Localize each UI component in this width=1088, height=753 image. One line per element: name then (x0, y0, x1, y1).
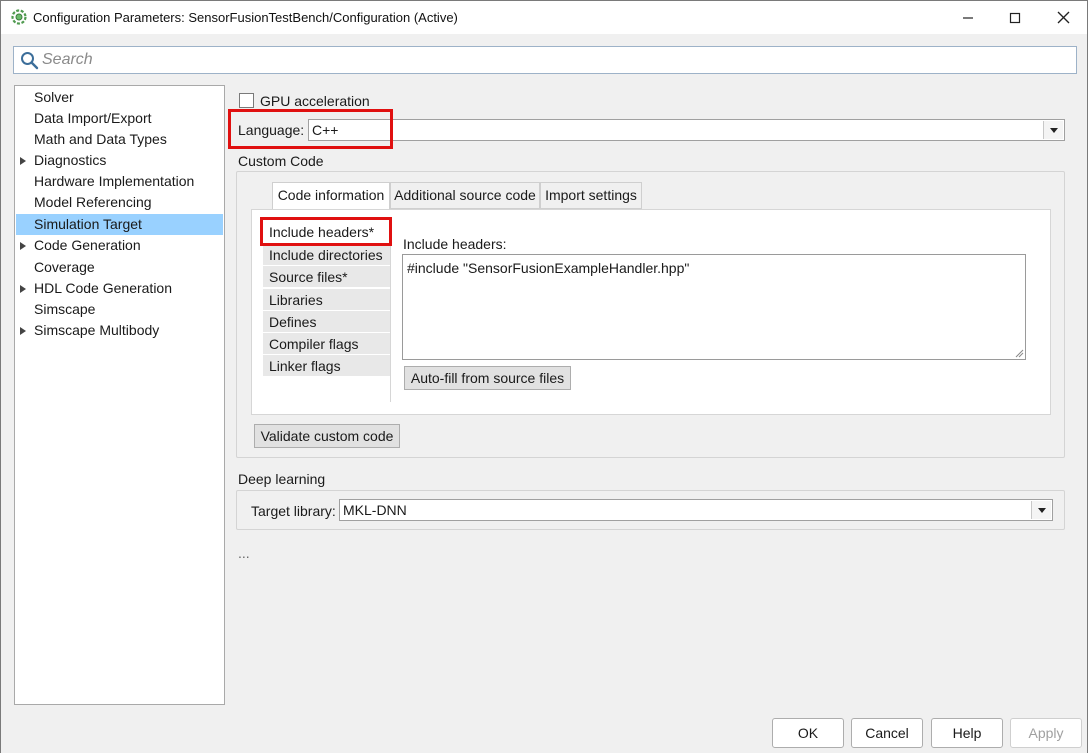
tab-additional-source-code[interactable]: Additional source code (390, 182, 540, 209)
config-parameters-window: Configuration Parameters: SensorFusionTe… (0, 0, 1088, 753)
validate-custom-code-button[interactable]: Validate custom code (254, 424, 400, 448)
include-headers-textarea[interactable]: #include "SensorFusionExampleHandler.hpp… (402, 254, 1026, 360)
tree-item-label: Diagnostics (34, 152, 107, 168)
target-library-dropdown-button[interactable] (1031, 501, 1051, 519)
tree-item-label: Code Generation (34, 237, 141, 253)
expand-arrow-icon[interactable] (20, 157, 26, 165)
expand-arrow-icon[interactable] (20, 242, 26, 250)
tree-item-simscape[interactable]: Simscape (16, 299, 223, 320)
side-tab-libraries[interactable]: Libraries (263, 289, 390, 311)
target-library-value: MKL-DNN (343, 502, 407, 518)
tree-item-label: Data Import/Export (34, 110, 152, 126)
custom-code-heading: Custom Code (238, 153, 324, 169)
close-icon (1057, 11, 1069, 24)
tree-item-simscape-multibody[interactable]: Simscape Multibody (16, 320, 223, 341)
search-box[interactable] (13, 46, 1077, 74)
tab-code-information[interactable]: Code information (272, 182, 390, 211)
search-icon (21, 52, 39, 70)
side-tab-defines[interactable]: Defines (263, 311, 390, 333)
auto-fill-button[interactable]: Auto-fill from source files (404, 366, 571, 390)
expand-arrow-icon[interactable] (20, 327, 26, 335)
maximize-button[interactable] (992, 1, 1038, 34)
side-tab-divider (390, 221, 391, 402)
deep-learning-heading: Deep learning (238, 471, 326, 487)
tab-import-settings[interactable]: Import settings (540, 182, 642, 209)
more-ellipsis: ... (238, 545, 250, 561)
tree-item-label: Math and Data Types (34, 131, 167, 147)
chevron-down-icon (1038, 508, 1046, 513)
tree-item-hdl-code-generation[interactable]: HDL Code Generation (16, 278, 223, 299)
chevron-down-icon (1050, 128, 1058, 133)
tree-item-label: Simscape Multibody (34, 322, 160, 338)
side-tab-include-directories[interactable]: Include directories (263, 244, 390, 266)
tree-item-label: Simscape (34, 301, 96, 317)
tree-item-code-generation[interactable]: Code Generation (16, 235, 223, 256)
tree-item-label: Solver (34, 89, 74, 105)
tree-item-math-and-data-types[interactable]: Math and Data Types (16, 129, 223, 150)
target-library-dropdown[interactable]: MKL-DNN (339, 499, 1053, 521)
tree-item-simulation-target[interactable]: Simulation Target (16, 214, 223, 235)
close-window-button[interactable] (1040, 1, 1086, 34)
category-tree: Solver Data Import/Export Math and Data … (14, 85, 225, 705)
expand-arrow-icon[interactable] (20, 285, 26, 293)
minimize-button[interactable] (945, 1, 991, 34)
tree-item-label: HDL Code Generation (34, 280, 173, 296)
include-headers-label: Include headers: (403, 236, 507, 252)
tree-item-hardware-implementation[interactable]: Hardware Implementation (16, 171, 223, 192)
resize-grip-icon[interactable] (1014, 348, 1024, 358)
apply-button[interactable]: Apply (1010, 718, 1082, 748)
tree-item-solver[interactable]: Solver (16, 87, 223, 108)
help-button[interactable]: Help (931, 718, 1003, 748)
side-tab-source-files[interactable]: Source files* (263, 266, 390, 288)
tree-item-coverage[interactable]: Coverage (16, 257, 223, 278)
search-input[interactable] (42, 50, 1062, 70)
gpu-acceleration-checkbox[interactable] (239, 93, 254, 108)
side-tab-compiler-flags[interactable]: Compiler flags (263, 333, 390, 355)
gpu-acceleration-label: GPU acceleration (260, 93, 370, 109)
language-highlight-box (228, 109, 393, 149)
include-headers-highlight-box (260, 217, 392, 246)
language-dropdown[interactable]: C++ (308, 119, 1065, 141)
tree-item-model-referencing[interactable]: Model Referencing (16, 192, 223, 213)
tree-item-label: Hardware Implementation (34, 173, 195, 189)
ok-button[interactable]: OK (772, 718, 844, 748)
side-tab-linker-flags[interactable]: Linker flags (263, 355, 390, 377)
minimize-icon (963, 16, 973, 19)
simulink-app-icon (11, 9, 27, 25)
tree-item-data-import-export[interactable]: Data Import/Export (16, 108, 223, 129)
tree-item-label: Coverage (34, 259, 95, 275)
tree-item-label: Model Referencing (34, 194, 152, 210)
language-dropdown-button[interactable] (1043, 121, 1063, 139)
tree-item-label: Simulation Target (34, 216, 142, 232)
cancel-button[interactable]: Cancel (851, 718, 923, 748)
tree-item-diagnostics[interactable]: Diagnostics (16, 150, 223, 171)
title-bar: Configuration Parameters: SensorFusionTe… (1, 1, 1087, 34)
window-title: Configuration Parameters: SensorFusionTe… (33, 10, 458, 25)
maximize-icon (1009, 12, 1021, 23)
dialog-footer (1, 711, 1087, 753)
include-headers-text: #include "SensorFusionExampleHandler.hpp… (407, 260, 690, 276)
target-library-label: Target library: (251, 503, 336, 519)
